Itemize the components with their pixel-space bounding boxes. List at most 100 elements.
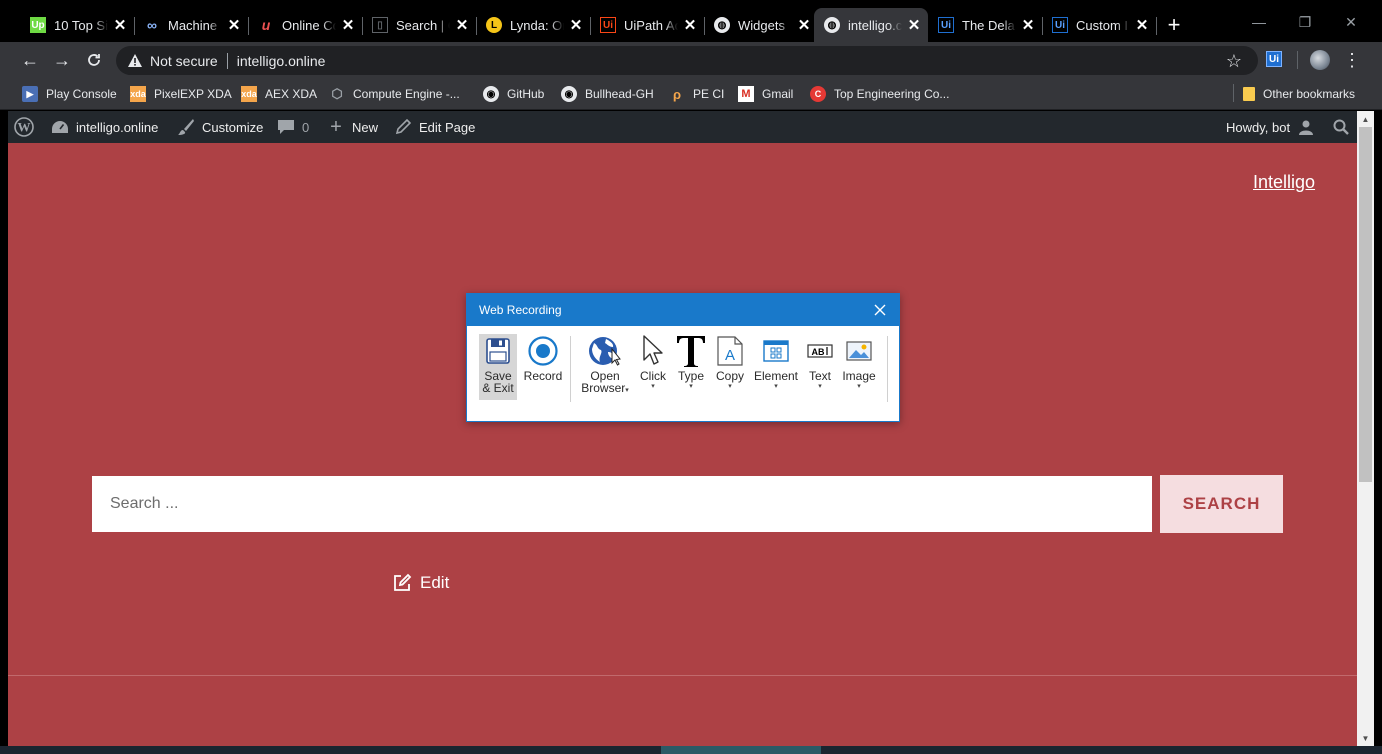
globe-icon: ◍ xyxy=(714,17,730,33)
tab-title: Widgets xyxy=(738,17,785,33)
profile-avatar[interactable] xyxy=(1310,50,1330,70)
bookmark-github[interactable]: ◉ GitHub xyxy=(483,84,544,104)
click-button[interactable]: Click ▾ xyxy=(635,334,671,391)
tab-10-top-sites[interactable]: Up 10 Top Si ✕ xyxy=(20,8,135,42)
wp-account-menu[interactable]: Howdy, bot xyxy=(1226,111,1316,143)
back-button[interactable]: ← xyxy=(18,48,42,72)
chevron-down-icon[interactable]: ▾ xyxy=(689,382,693,391)
bookmark-pixelexp-xda[interactable]: xda PixelEXP XDA xyxy=(130,84,232,104)
wordpress-logo-button[interactable]: W xyxy=(14,111,34,143)
folder-icon xyxy=(1243,87,1255,101)
tab-online-courses[interactable]: u Online Co ✕ xyxy=(248,8,363,42)
scroll-thumb[interactable] xyxy=(1359,127,1372,482)
chevron-down-icon[interactable]: ▾ xyxy=(857,382,861,391)
close-icon[interactable]: ✕ xyxy=(226,17,242,34)
chevron-down-icon[interactable]: ▾ xyxy=(774,382,778,391)
forward-button[interactable]: → xyxy=(50,48,74,72)
close-icon[interactable]: ✕ xyxy=(454,17,470,34)
bookmark-pe-ci[interactable]: ρ PE CI xyxy=(669,84,724,104)
wp-customize-link[interactable]: Customize xyxy=(176,111,263,143)
wp-edit-page-link[interactable]: Edit Page xyxy=(393,111,475,143)
scrollbar[interactable]: ▲ ▼ xyxy=(1357,111,1374,746)
new-tab-button[interactable]: + xyxy=(1162,12,1186,37)
open-browser-button[interactable]: Open Browser▾ xyxy=(579,334,631,395)
element-button[interactable]: Element ▾ xyxy=(752,334,800,391)
browser-menu-button[interactable]: ⋮ xyxy=(1343,49,1361,71)
text-button[interactable]: AB Text ▾ xyxy=(803,334,837,391)
close-icon[interactable]: ✕ xyxy=(112,17,128,34)
web-recording-dialog: Web Recording Save & Exit Record Open Br… xyxy=(466,293,900,422)
tab-machine[interactable]: ∞ Machine ✕ xyxy=(134,8,249,42)
wp-site-link[interactable]: intelligo.online xyxy=(50,111,158,143)
bookmark-top-engineering[interactable]: C Top Engineering Co... xyxy=(810,84,949,104)
close-icon[interactable]: ✕ xyxy=(682,17,698,34)
reload-button[interactable] xyxy=(82,48,106,72)
record-icon xyxy=(528,334,558,368)
save-exit-button[interactable]: Save & Exit xyxy=(479,334,517,400)
globe-cursor-icon xyxy=(588,334,622,368)
minimize-button[interactable]: — xyxy=(1244,8,1274,36)
scroll-up-arrow-icon[interactable]: ▲ xyxy=(1357,111,1374,127)
search-input[interactable]: Search ... xyxy=(92,476,1152,532)
tab-lynda[interactable]: L Lynda: Or ✕ xyxy=(476,8,591,42)
security-label[interactable]: Not secure xyxy=(150,53,218,69)
tab-search[interactable]: ▯ Search | C ✕ xyxy=(362,8,477,42)
edit-link[interactable]: Edit xyxy=(392,571,449,595)
browser-label: Browser▾ xyxy=(581,381,629,395)
wp-search-button[interactable] xyxy=(1331,111,1351,143)
chevron-down-icon[interactable]: ▾ xyxy=(728,382,732,391)
tab-title: 10 Top Si xyxy=(54,17,108,33)
floppy-disk-icon xyxy=(486,334,510,368)
scroll-down-arrow-icon[interactable]: ▼ xyxy=(1357,730,1374,746)
url-text[interactable]: intelligo.online xyxy=(237,53,326,69)
bookmark-gmail[interactable]: M Gmail xyxy=(738,84,793,104)
close-icon[interactable]: ✕ xyxy=(340,17,356,34)
tab-the-delay[interactable]: Ui The Dela ✕ xyxy=(928,8,1043,42)
image-button[interactable]: Image ▾ xyxy=(840,334,878,391)
play-console-icon: ▶ xyxy=(22,86,38,102)
record-button[interactable]: Record xyxy=(522,334,564,382)
uipath-extension-icon[interactable]: Ui xyxy=(1266,51,1282,67)
bookmark-star-icon[interactable]: ☆ xyxy=(1226,51,1242,72)
bookmark-label: Bullhead-GH xyxy=(585,87,654,101)
close-icon[interactable]: ✕ xyxy=(1134,17,1150,34)
close-icon[interactable]: ✕ xyxy=(906,17,922,34)
taskbar-active-app[interactable] xyxy=(661,746,821,754)
chevron-down-icon[interactable]: ▾ xyxy=(818,382,822,391)
warning-icon[interactable] xyxy=(127,53,143,69)
tab-intelligo[interactable]: ◍ intelligo.c ✕ xyxy=(814,8,928,42)
tab-widgets[interactable]: ◍ Widgets ✕ xyxy=(704,8,818,42)
bookmarks-bar: ▶ Play Console xda PixelEXP XDA xda AEX … xyxy=(0,78,1382,110)
close-icon[interactable]: ✕ xyxy=(796,17,812,34)
restore-button[interactable]: ❐ xyxy=(1290,8,1320,36)
site-title-link[interactable]: Intelligo xyxy=(1253,172,1315,193)
close-icon[interactable]: ✕ xyxy=(1020,17,1036,34)
bookmark-aex-xda[interactable]: xda AEX XDA xyxy=(241,84,317,104)
address-bar[interactable]: Not secure intelligo.online ☆ xyxy=(116,46,1258,75)
tab-title: Lynda: Or xyxy=(510,17,564,33)
copy-button[interactable]: A Copy ▾ xyxy=(712,334,748,391)
uipath-icon: Ui xyxy=(600,17,616,33)
bookmark-label: AEX XDA xyxy=(265,87,318,101)
wp-new-link[interactable]: + New xyxy=(326,111,378,143)
chevron-down-icon[interactable]: ▾ xyxy=(651,382,655,391)
close-icon[interactable]: ✕ xyxy=(568,17,584,34)
top-engineering-icon: C xyxy=(810,86,826,102)
tab-uipath-academy[interactable]: Ui UiPath Ac ✕ xyxy=(590,8,705,42)
tab-custom[interactable]: Ui Custom I ✕ xyxy=(1042,8,1157,42)
other-bookmarks[interactable]: Other bookmarks xyxy=(1243,84,1355,104)
bookmark-compute-engine[interactable]: ⬡ Compute Engine -... xyxy=(329,84,459,104)
window-close-button[interactable]: ✕ xyxy=(1336,8,1366,36)
element-label: Element xyxy=(753,369,799,383)
search-button[interactable]: SEARCH xyxy=(1160,475,1283,533)
dialog-close-button[interactable] xyxy=(871,301,889,319)
record-label: Record xyxy=(523,369,563,383)
exit-label: & Exit xyxy=(482,381,514,395)
xda-icon: xda xyxy=(241,86,257,102)
type-t-icon xyxy=(676,334,706,368)
bookmark-play-console[interactable]: ▶ Play Console xyxy=(22,84,117,104)
upwork-icon: Up xyxy=(30,17,46,33)
type-button[interactable]: Type ▾ xyxy=(673,334,709,391)
wp-comments-link[interactable]: 0 xyxy=(276,111,309,143)
bookmark-bullhead-gh[interactable]: ◉ Bullhead-GH xyxy=(561,84,654,104)
